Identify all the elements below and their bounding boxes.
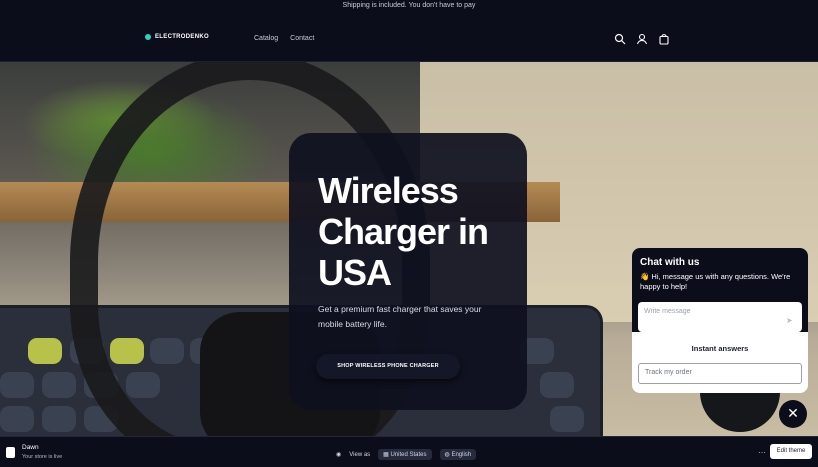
main-nav: Catalog Contact: [254, 35, 314, 42]
instant-answers-heading: Instant answers: [691, 344, 749, 353]
language-value: English: [451, 452, 472, 458]
track-order-button[interactable]: Track my order: [638, 363, 802, 384]
chat-widget: Chat with us 👋 Hi, message us with any q…: [632, 248, 808, 393]
hero-subtitle: Get a premium fast charger that saves yo…: [318, 304, 482, 329]
chat-close-icon[interactable]: ✕: [779, 400, 807, 428]
language-select[interactable]: ◍ English: [439, 449, 477, 460]
preview-bar: Dawn Your store is live ◉ View as ▦ Unit…: [0, 436, 818, 467]
header-icons: [614, 32, 670, 45]
chat-title: Chat with us: [640, 257, 700, 268]
theme-status: Your store is live: [22, 454, 63, 460]
shop-wireless-charger-button[interactable]: SHOP WIRELESS PHONE CHARGER: [316, 354, 460, 379]
view-as-label: View as: [349, 451, 371, 458]
announcement-bar: Shipping is included. You don't have to …: [0, 0, 818, 14]
country-value: United States: [390, 452, 427, 458]
eye-icon: ◉: [336, 452, 342, 458]
edit-theme-button[interactable]: Edit theme: [770, 444, 812, 459]
more-options-icon[interactable]: ⋯: [758, 448, 766, 457]
search-icon[interactable]: [614, 32, 626, 45]
chat-greeting: 👋 Hi, message us with any questions. We'…: [640, 272, 791, 291]
shopify-bag-icon: [6, 447, 15, 458]
account-icon[interactable]: [636, 32, 648, 45]
logo-text: ELECTRODENKO: [155, 34, 209, 40]
site-header: ELECTRODENKO Catalog Contact: [0, 14, 818, 62]
view-as-controls: ◉ View as ▦ United States ◍ English: [336, 449, 477, 460]
hero-title: Wireless Charger in USA: [318, 170, 489, 293]
logo-mark-icon: [145, 34, 151, 40]
us-flag-icon: ▦: [383, 452, 389, 458]
cart-icon[interactable]: [658, 32, 670, 45]
store-logo[interactable]: ELECTRODENKO: [145, 34, 209, 40]
nav-item-catalog[interactable]: Catalog: [254, 35, 278, 42]
country-select[interactable]: ▦ United States: [378, 449, 432, 460]
nav-item-contact[interactable]: Contact: [290, 35, 314, 42]
globe-icon: ◍: [444, 452, 450, 458]
store-name: Dawn: [22, 444, 39, 451]
send-icon[interactable]: ➤: [786, 316, 793, 325]
chat-message-input[interactable]: Write message: [638, 302, 802, 332]
